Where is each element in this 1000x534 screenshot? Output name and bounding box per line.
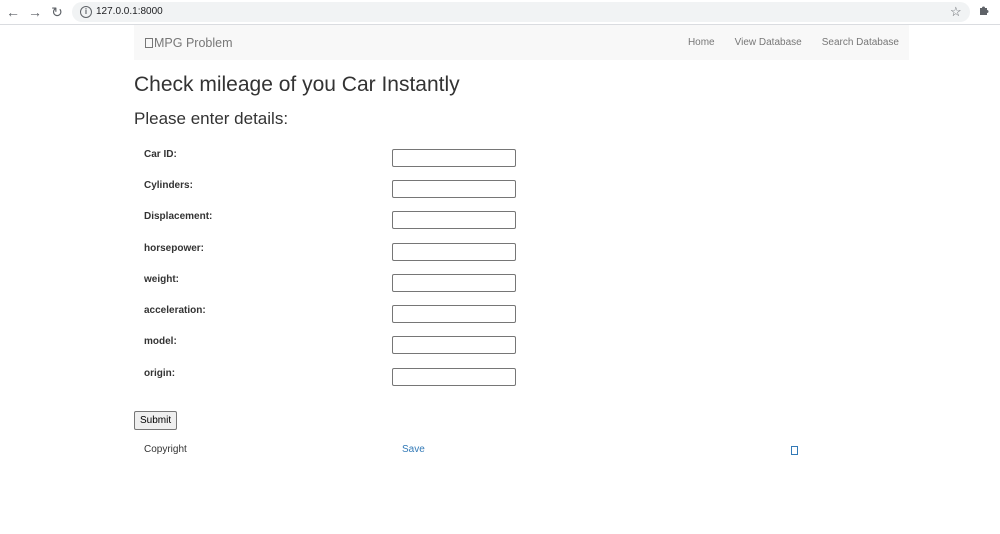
form-row-displacement: Displacement: <box>144 210 524 230</box>
url-text[interactable]: 127.0.0.1:8000 <box>96 5 163 19</box>
nav-links: Home View Database Search Database <box>678 25 909 60</box>
navbar: MPG Problem Home View Database Search Da… <box>134 25 909 60</box>
reload-icon[interactable]: ↻ <box>48 3 66 21</box>
bookmark-star-icon[interactable]: ☆ <box>950 3 962 21</box>
car-id-label: Car ID: <box>144 149 177 160</box>
submit-button[interactable]: Submit <box>134 411 178 430</box>
form-row-model: model: <box>144 335 524 355</box>
cylinders-input[interactable] <box>392 180 516 198</box>
page-subtitle: Please enter details: <box>134 109 289 128</box>
forward-arrow-icon[interactable]: → <box>26 3 44 21</box>
site-info-icon[interactable]: i <box>80 6 92 18</box>
displacement-input[interactable] <box>392 211 516 229</box>
displacement-label: Displacement: <box>144 211 213 222</box>
footer-glyph-icon <box>791 446 798 455</box>
model-label: model: <box>144 336 177 347</box>
navbar-brand-label: MPG Problem <box>154 36 233 50</box>
cylinders-label: Cylinders: <box>144 180 193 191</box>
form-row-origin: origin: <box>144 367 524 387</box>
nav-link-search-database[interactable]: Search Database <box>812 25 909 60</box>
nav-link-view-database[interactable]: View Database <box>725 25 812 60</box>
browser-toolbar: ← → ↻ i 127.0.0.1:8000 ☆ <box>0 0 1000 25</box>
acceleration-label: acceleration: <box>144 305 206 316</box>
weight-input[interactable] <box>392 274 516 292</box>
footer-copyright: Copyright <box>144 444 187 455</box>
nav-link-home[interactable]: Home <box>678 25 725 60</box>
origin-input[interactable] <box>392 368 516 386</box>
form-row-weight: weight: <box>144 273 524 293</box>
page-title: Check mileage of you Car Instantly <box>134 73 460 96</box>
extensions-puzzle-icon[interactable] <box>978 4 990 16</box>
horsepower-input[interactable] <box>392 243 516 261</box>
model-input[interactable] <box>392 336 516 354</box>
address-bar[interactable]: i 127.0.0.1:8000 <box>72 2 970 22</box>
brand-glyph-icon <box>145 38 153 48</box>
origin-label: origin: <box>144 368 176 379</box>
form-row-cylinders: Cylinders: <box>144 179 524 199</box>
footer-save-link[interactable]: Save <box>402 444 425 456</box>
navbar-brand[interactable]: MPG Problem <box>145 35 233 51</box>
horsepower-label: horsepower: <box>144 243 205 254</box>
form-row-horsepower: horsepower: <box>144 242 524 262</box>
form-row-car-id: Car ID: <box>144 148 524 168</box>
acceleration-input[interactable] <box>392 305 516 323</box>
back-arrow-icon[interactable]: ← <box>4 3 22 21</box>
form-row-acceleration: acceleration: <box>144 304 524 324</box>
car-id-input[interactable] <box>392 149 516 167</box>
weight-label: weight: <box>144 274 179 285</box>
